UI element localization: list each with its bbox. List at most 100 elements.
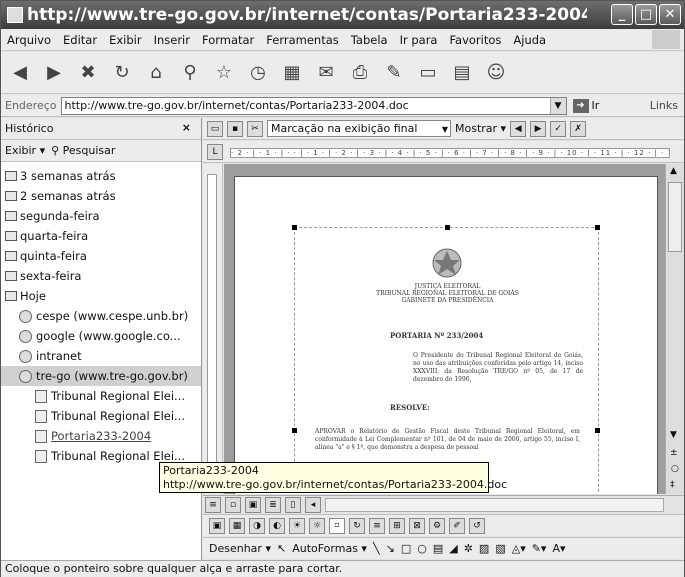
- favorites-icon[interactable]: ☆: [211, 60, 237, 86]
- print-icon[interactable]: ⎙: [347, 60, 373, 86]
- previous-page-icon[interactable]: ±: [670, 448, 678, 458]
- draw-menu[interactable]: Desenhar ▾: [209, 542, 271, 555]
- rotate-icon[interactable]: ↻: [349, 517, 365, 534]
- research-icon[interactable]: ▤: [449, 60, 475, 86]
- textbox-icon[interactable]: ▤: [433, 542, 443, 555]
- links-button[interactable]: Links: [650, 99, 678, 112]
- site-item[interactable]: cespe (www.cespe.unb.br): [1, 306, 201, 326]
- history-icon[interactable]: ◷: [245, 60, 271, 86]
- home-icon[interactable]: ⌂: [143, 60, 169, 86]
- select-objects-icon[interactable]: ↖: [277, 542, 286, 555]
- crop-handle[interactable]: [292, 225, 297, 230]
- scroll-thumb[interactable]: [668, 182, 682, 252]
- back-icon[interactable]: ◀: [7, 60, 33, 86]
- horizontal-scroll-track[interactable]: [325, 497, 664, 512]
- search-button[interactable]: ⚲ Pesquisar: [51, 144, 115, 157]
- discuss-icon[interactable]: ▭: [415, 60, 441, 86]
- view-menu[interactable]: Exibir ▾: [5, 144, 45, 157]
- menu-editar[interactable]: Editar: [57, 33, 103, 47]
- menu-formatar[interactable]: Formatar: [196, 33, 260, 47]
- page-item[interactable]: Tribunal Regional Elei...: [1, 386, 201, 406]
- edit-icon[interactable]: ✎: [381, 60, 407, 86]
- stop-icon[interactable]: ✖: [75, 60, 101, 86]
- wordart-icon[interactable]: ◢: [449, 542, 457, 555]
- web-layout-icon[interactable]: ▫: [225, 496, 241, 513]
- color-icon[interactable]: ▦: [229, 517, 245, 534]
- scroll-left-icon[interactable]: ◂: [305, 496, 321, 513]
- text-wrapping-icon[interactable]: ⊠: [409, 517, 425, 534]
- open-icon[interactable]: ▭: [207, 120, 223, 137]
- close-button[interactable]: ✕: [659, 4, 681, 25]
- browse-object-icon[interactable]: ○: [671, 464, 679, 474]
- page-item-active[interactable]: Portaria233-2004: [1, 426, 201, 446]
- show-menu[interactable]: Mostrar ▾: [455, 122, 506, 135]
- site-item[interactable]: google (www.google.co...: [1, 326, 201, 346]
- maximize-button[interactable]: □: [635, 4, 657, 25]
- media-icon[interactable]: ▦: [279, 60, 305, 86]
- page-item[interactable]: Tribunal Regional Elei...: [1, 406, 201, 426]
- set-transparent-icon[interactable]: ✐: [449, 517, 465, 534]
- font-color-icon[interactable]: A▾: [552, 542, 565, 555]
- scanned-document-image[interactable]: JUSTIÇA ELEITORAL TRIBUNAL REGIONAL ELEI…: [292, 225, 600, 494]
- line-color-icon[interactable]: ✎▾: [532, 542, 547, 555]
- mail-icon[interactable]: ✉: [313, 60, 339, 86]
- address-dropdown-icon[interactable]: ▼: [549, 97, 566, 114]
- diagram-icon[interactable]: ✲: [464, 542, 473, 555]
- history-item[interactable]: Hoje: [1, 286, 201, 306]
- markup-display-select[interactable]: Marcação na exibição final ▼: [267, 120, 451, 137]
- print-layout-icon[interactable]: ▣: [245, 496, 261, 513]
- crop-handle[interactable]: [595, 225, 600, 230]
- format-picture-icon[interactable]: ⚙: [429, 517, 445, 534]
- line-style-icon[interactable]: ≡: [369, 517, 385, 534]
- clipart-icon[interactable]: ▨: [479, 542, 489, 555]
- history-item[interactable]: segunda-feira: [1, 206, 201, 226]
- picture-icon[interactable]: ▧: [495, 542, 505, 555]
- arrow-icon[interactable]: ↘: [386, 542, 395, 555]
- vertical-ruler[interactable]: [203, 164, 223, 494]
- crop-handle[interactable]: [445, 225, 450, 230]
- minimize-button[interactable]: _: [611, 4, 633, 25]
- crop-handle[interactable]: [595, 428, 600, 433]
- line-icon[interactable]: ╲: [373, 542, 380, 555]
- history-item[interactable]: quarta-feira: [1, 226, 201, 246]
- history-item[interactable]: 2 semanas atrás: [1, 186, 201, 206]
- rectangle-icon[interactable]: □: [401, 542, 411, 555]
- refresh-icon[interactable]: ↻: [109, 60, 135, 86]
- horizontal-ruler[interactable]: L · 2 · | · 1 · | · · | · 1 · | · 2 · | …: [203, 141, 684, 163]
- menu-ajuda[interactable]: Ajuda: [507, 33, 552, 47]
- more-contrast-icon[interactable]: ◑: [249, 517, 265, 534]
- save-icon[interactable]: ▪: [227, 120, 243, 137]
- menu-ferramentas[interactable]: Ferramentas: [260, 33, 344, 47]
- crop-icon[interactable]: ⌗: [329, 517, 345, 534]
- menu-inserir[interactable]: Inserir: [148, 33, 196, 47]
- vertical-scrollbar[interactable]: ▲ ▼ ± ○ ‡: [665, 164, 684, 494]
- cut-icon[interactable]: ✂: [247, 120, 263, 137]
- outline-view-icon[interactable]: ≣: [265, 496, 281, 513]
- address-input[interactable]: http://www.tre-go.gov.br/internet/contas…: [60, 96, 567, 115]
- fill-color-icon[interactable]: ◬▾: [512, 542, 526, 555]
- compress-icon[interactable]: ⊞: [389, 517, 405, 534]
- previous-change-icon[interactable]: ◀: [510, 120, 527, 137]
- tab-selector-icon[interactable]: L: [207, 144, 223, 160]
- history-item[interactable]: sexta-feira: [1, 266, 201, 286]
- less-contrast-icon[interactable]: ◐: [269, 517, 285, 534]
- reject-change-icon[interactable]: ✗: [570, 120, 587, 137]
- scroll-up-icon[interactable]: ▲: [670, 166, 677, 176]
- normal-view-icon[interactable]: ≡: [205, 496, 221, 513]
- sidebar-close-icon[interactable]: ×: [182, 121, 191, 134]
- menu-tabela[interactable]: Tabela: [345, 33, 394, 47]
- menu-arquivo[interactable]: Arquivo: [1, 33, 57, 47]
- search-icon[interactable]: ⚲: [177, 60, 203, 86]
- menu-exibir[interactable]: Exibir: [103, 33, 148, 47]
- insert-picture-icon[interactable]: ▣: [209, 517, 225, 534]
- accept-change-icon[interactable]: ✓: [550, 120, 567, 137]
- scroll-down-icon[interactable]: ▼: [670, 430, 677, 440]
- messenger-icon[interactable]: ☺: [483, 60, 509, 86]
- autoshapes-menu[interactable]: AutoFormas ▾: [292, 542, 367, 555]
- site-item[interactable]: intranet: [1, 346, 201, 366]
- site-item-selected[interactable]: tre-go (www.tre-go.gov.br): [1, 366, 201, 386]
- forward-icon[interactable]: ▶: [41, 60, 67, 86]
- more-brightness-icon[interactable]: ☀: [289, 517, 305, 534]
- crop-handle[interactable]: [292, 428, 297, 433]
- menu-ir-para[interactable]: Ir para: [394, 33, 444, 47]
